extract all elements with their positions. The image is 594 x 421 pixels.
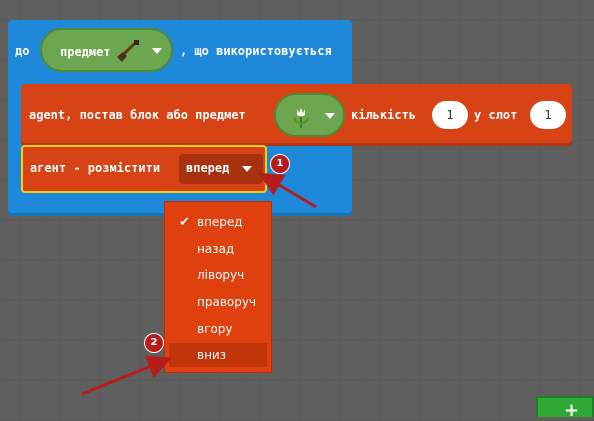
annotation-badge-1: 1 bbox=[270, 154, 290, 174]
add-button[interactable]: + bbox=[536, 396, 594, 421]
annotation-arrow-1 bbox=[258, 172, 317, 209]
annotation-arrows bbox=[81, 172, 317, 396]
annotation-badge-2: 2 bbox=[144, 333, 164, 353]
plus-icon: + bbox=[564, 400, 580, 421]
annotation-arrow-2 bbox=[81, 355, 172, 396]
